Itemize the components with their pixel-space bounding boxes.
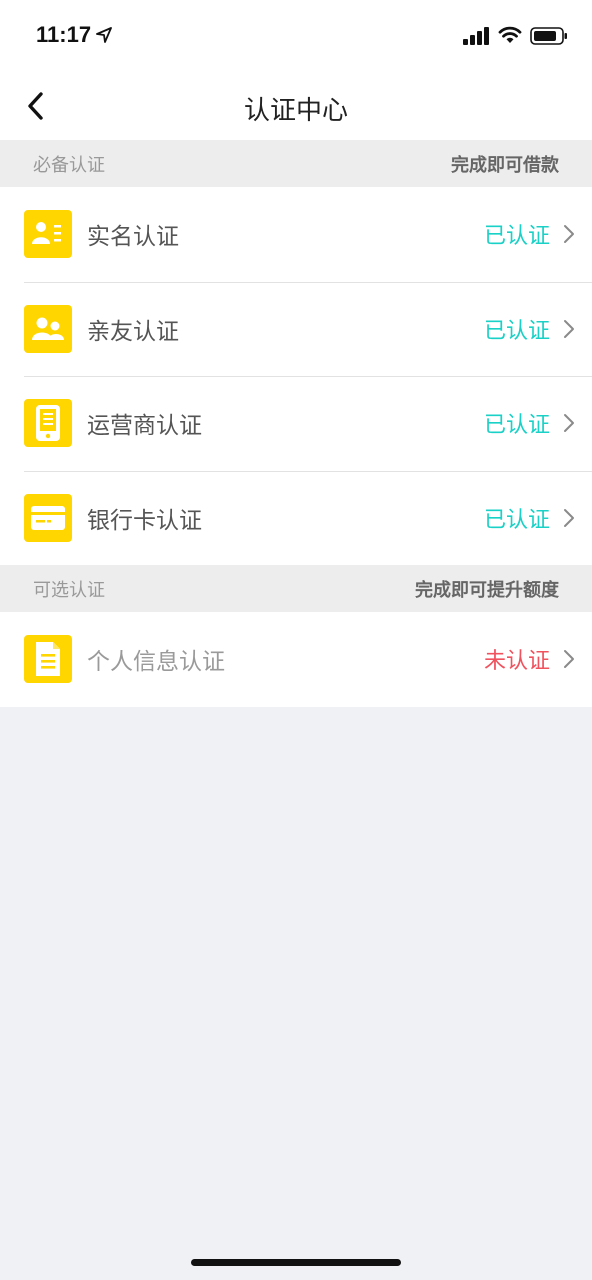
- location-arrow-icon: [96, 27, 112, 43]
- verification-label: 亲友认证: [87, 318, 179, 345]
- verification-label: 个人信息认证: [87, 649, 225, 676]
- verified-status: 已认证: [483, 224, 550, 250]
- chevron-right-icon: [564, 225, 574, 244]
- verified-status: 已认证: [483, 318, 550, 344]
- verified-status: 已认证: [483, 413, 550, 439]
- navigation-bar: 认证中心: [0, 70, 592, 140]
- battery-icon: [530, 27, 567, 45]
- bank-card-icon: [24, 493, 72, 542]
- required-verification-list: 实名认证 已认证 亲友认证 已认证 运营商认证 已认证 银行卡认证 已认证: [0, 187, 592, 565]
- chevron-right-icon: [564, 508, 574, 527]
- chevron-right-icon: [564, 650, 574, 669]
- signal-bars-icon: [463, 27, 489, 45]
- phone-icon: [24, 399, 72, 448]
- required-section-note: 完成即可借款: [451, 154, 559, 176]
- verification-item-contacts[interactable]: 亲友认证 已认证: [0, 281, 592, 377]
- chevron-right-icon: [564, 414, 574, 433]
- document-icon: [24, 635, 72, 684]
- verified-status: 已认证: [483, 507, 550, 533]
- unverified-status: 未认证: [483, 649, 550, 675]
- page-title: 认证中心: [243, 96, 348, 126]
- verification-label: 实名认证: [87, 224, 179, 251]
- optional-section-header: 可选认证 完成即可提升额度: [0, 565, 592, 612]
- verification-label: 运营商认证: [87, 413, 202, 440]
- verification-item-bank-card[interactable]: 银行卡认证 已认证: [0, 470, 592, 566]
- optional-section-title: 可选认证: [33, 579, 105, 601]
- optional-verification-list: 个人信息认证 未认证: [0, 612, 592, 707]
- wifi-icon: [498, 26, 522, 43]
- status-time: 11:17: [36, 22, 92, 47]
- chevron-right-icon: [564, 319, 574, 338]
- verification-item-personal-info[interactable]: 个人信息认证 未认证: [0, 612, 592, 707]
- required-section-header: 必备认证 完成即可借款: [0, 140, 592, 187]
- verification-label: 银行卡认证: [87, 507, 202, 534]
- verification-item-real-name[interactable]: 实名认证 已认证: [0, 187, 592, 282]
- optional-section-note: 完成即可提升额度: [415, 579, 559, 601]
- contacts-icon: [24, 304, 72, 353]
- id-card-icon: [24, 210, 72, 259]
- status-bar: 11:17: [0, 0, 592, 70]
- verification-item-carrier[interactable]: 运营商认证 已认证: [0, 376, 592, 471]
- required-section-title: 必备认证: [33, 154, 105, 176]
- home-indicator[interactable]: [191, 1259, 401, 1266]
